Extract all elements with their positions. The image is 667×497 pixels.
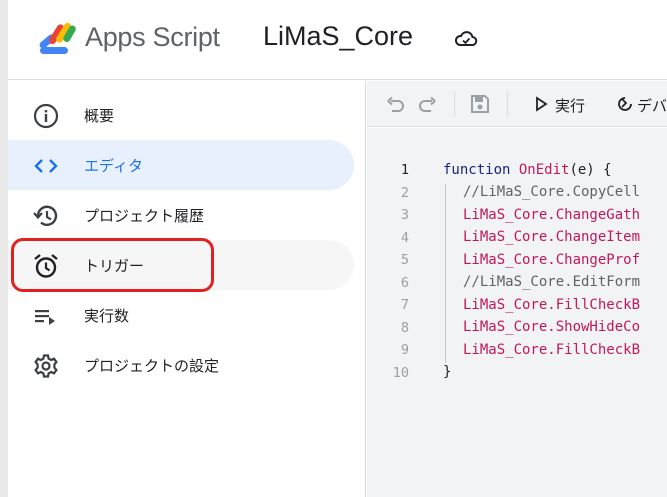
sidebar-item-label: エディタ <box>84 156 143 175</box>
line-number: 6 <box>400 275 409 291</box>
apps-script-logo <box>39 22 76 54</box>
app-name[interactable]: Apps Script <box>85 22 220 53</box>
code-keyword: function <box>443 162 519 178</box>
code-line: LiMaS_Core.FillCheckB <box>463 342 641 358</box>
code-text: (e) { <box>569 162 612 178</box>
annotation-highlight <box>11 238 214 292</box>
line-number: 7 <box>400 297 409 313</box>
line-number: 10 <box>392 365 409 381</box>
line-number: 1 <box>400 162 409 178</box>
sidebar-item-label: プロジェクトの設定 <box>84 356 220 375</box>
sidebar: 概要 エディタ プロジェクト履歴 トリガー 実行数 プロジェクトの設定 <box>8 81 366 497</box>
sidebar-item-project-settings[interactable]: プロジェクトの設定 <box>8 340 354 390</box>
play-icon[interactable] <box>533 95 549 113</box>
line-number: 3 <box>400 207 409 223</box>
info-icon <box>33 103 59 129</box>
sidebar-item-label: 概要 <box>84 106 115 125</box>
sidebar-item-project-history[interactable]: プロジェクト履歴 <box>8 190 354 240</box>
undo-icon[interactable] <box>384 93 406 115</box>
code-line: LiMaS_Core.ChangeProf <box>463 252 641 268</box>
code-editor[interactable]: 1 2 3 4 5 6 7 8 9 10 function OnEdit(e) … <box>367 128 667 497</box>
toolbar-divider <box>507 91 508 117</box>
debug-button[interactable]: デバ <box>637 95 667 116</box>
code-line: LiMaS_Core.ChangeGath <box>463 207 641 223</box>
debug-icon[interactable] <box>615 94 635 114</box>
line-number: 4 <box>400 230 409 246</box>
history-icon <box>33 205 58 226</box>
editor-toolbar: 実行 デバ <box>367 81 667 127</box>
sidebar-item-label: プロジェクト履歴 <box>84 206 205 225</box>
line-number: 8 <box>400 320 409 336</box>
line-number: 5 <box>400 252 409 268</box>
project-title[interactable]: LiMaS_Core <box>263 21 413 52</box>
app-header: Apps Script LiMaS_Core <box>8 0 667 80</box>
sidebar-item-executions[interactable]: 実行数 <box>8 290 354 340</box>
line-number: 2 <box>400 185 409 201</box>
code-line: function OnEdit(e) { <box>443 162 612 178</box>
line-number: 9 <box>400 342 409 358</box>
code-function-name: OnEdit <box>518 162 570 178</box>
code-line: LiMaS_Core.ShowHideCo <box>463 319 641 335</box>
executions-icon <box>35 310 55 325</box>
redo-icon[interactable] <box>417 93 439 115</box>
code-icon <box>34 159 58 173</box>
sidebar-item-editor[interactable]: エディタ <box>8 140 354 190</box>
code-line: } <box>443 364 452 380</box>
cloud-saved-icon[interactable] <box>454 29 478 49</box>
code-line: //LiMaS_Core.EditForm <box>463 274 641 290</box>
code-line: //LiMaS_Core.CopyCell <box>463 184 641 200</box>
code-line: LiMaS_Core.FillCheckB <box>463 297 641 313</box>
sidebar-item-overview[interactable]: 概要 <box>8 90 354 140</box>
gear-icon <box>34 354 58 378</box>
save-icon[interactable] <box>469 93 491 115</box>
run-button[interactable]: 実行 <box>555 95 585 116</box>
code-line: LiMaS_Core.ChangeItem <box>463 229 641 245</box>
toolbar-divider <box>454 91 455 117</box>
indent-guide <box>445 184 446 363</box>
sidebar-item-label: 実行数 <box>84 306 130 325</box>
window-edge <box>0 0 8 497</box>
